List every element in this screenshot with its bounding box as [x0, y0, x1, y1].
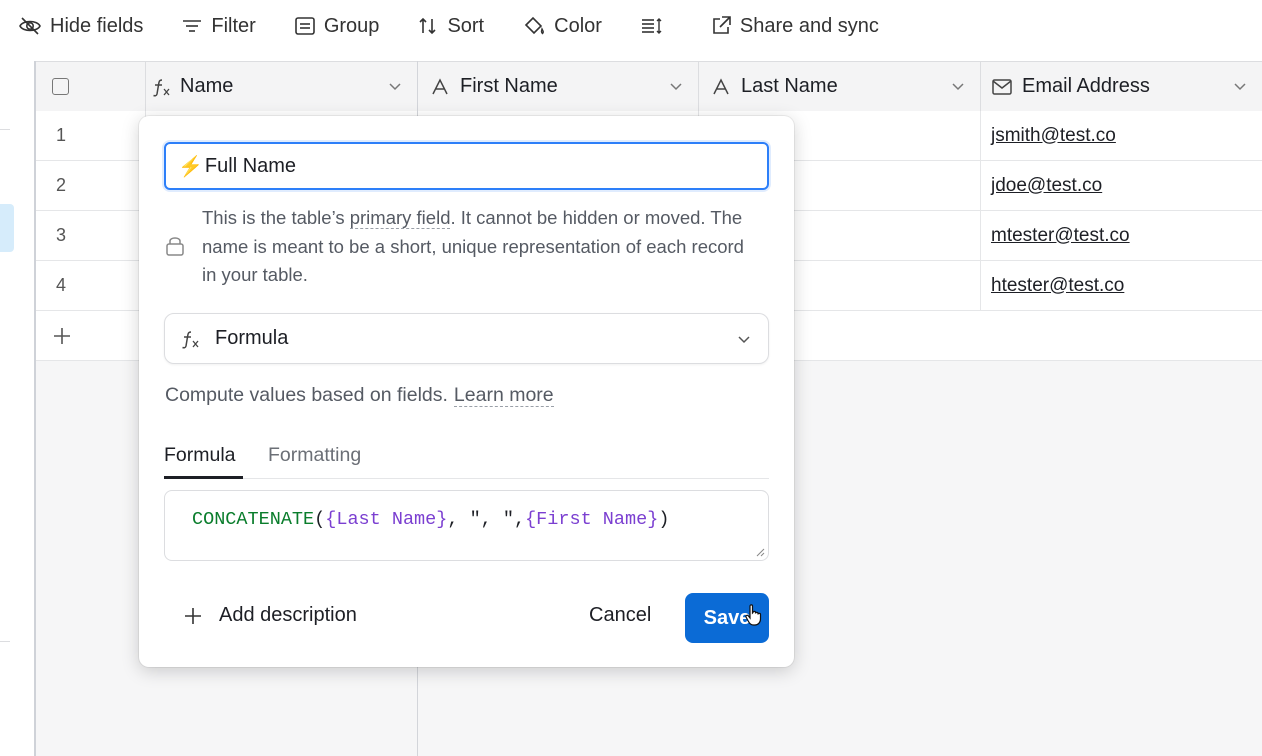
- paint-bucket-icon: [524, 16, 545, 35]
- plus-icon: [54, 327, 70, 344]
- formula-field-ref: {Last Name}: [325, 509, 448, 530]
- primary-field-term: primary field: [349, 207, 451, 229]
- filter-label: Filter: [211, 14, 256, 37]
- email-link[interactable]: htester@test.co: [991, 275, 1124, 297]
- email-cell[interactable]: jsmith@test.co: [981, 111, 1262, 160]
- eye-off-icon: [19, 17, 41, 35]
- row-number: 4: [36, 261, 146, 310]
- active-tab-indicator: [164, 476, 243, 479]
- tab-formatting[interactable]: Formatting: [268, 444, 361, 467]
- compute-text: Compute values based on fields.: [165, 384, 448, 406]
- column-header-email[interactable]: Email Address: [981, 62, 1262, 111]
- tab-formula[interactable]: Formula: [164, 444, 236, 467]
- chevron-down-icon[interactable]: [1232, 78, 1248, 94]
- lock-icon: [166, 237, 184, 256]
- formula-paren: ): [658, 509, 670, 530]
- share-sync-label: Share and sync: [739, 14, 879, 37]
- field-type-value: Formula: [215, 327, 289, 349]
- filter-button[interactable]: Filter: [181, 8, 256, 44]
- column-header-name[interactable]: Name: [146, 62, 418, 111]
- row-height-button[interactable]: [640, 8, 672, 44]
- email-link[interactable]: jsmith@test.co: [991, 125, 1116, 147]
- group-label: Group: [323, 14, 380, 37]
- column-header-email-label: Email Address: [1022, 75, 1150, 97]
- share-sync-button[interactable]: Share and sync: [710, 8, 879, 44]
- chevron-down-icon[interactable]: [387, 78, 403, 94]
- sidebar-divider: [0, 641, 10, 642]
- share-icon: [713, 16, 731, 34]
- email-cell[interactable]: htester@test.co: [981, 261, 1262, 310]
- lightning-icon: ⚡: [178, 155, 203, 178]
- group-icon: [295, 17, 315, 35]
- sort-icon: [419, 17, 437, 35]
- group-button[interactable]: Group: [294, 8, 380, 44]
- primary-field-info: This is the table’s primary field. It ca…: [164, 204, 769, 288]
- add-description-button[interactable]: Add description: [183, 604, 357, 627]
- row-number: 2: [36, 161, 146, 210]
- sidebar-divider: [0, 129, 10, 130]
- select-all-checkbox[interactable]: [52, 78, 69, 95]
- formula-function: CONCATENATE: [192, 509, 315, 530]
- hide-fields-label: Hide fields: [50, 14, 144, 37]
- email-link[interactable]: jdoe@test.co: [991, 175, 1102, 197]
- save-label: Save: [703, 606, 751, 629]
- cancel-button[interactable]: Cancel: [589, 604, 651, 627]
- add-row-button[interactable]: [52, 311, 92, 360]
- column-header-name-label: Name: [180, 75, 234, 97]
- primary-field-info-text: This is the table’s primary field. It ca…: [202, 204, 762, 290]
- email-icon: [992, 78, 1012, 95]
- formula-tabs: Formula Formatting: [164, 442, 769, 479]
- learn-more-link[interactable]: Learn more: [453, 384, 554, 407]
- formula-paren: (: [314, 509, 326, 530]
- email-cell[interactable]: jdoe@test.co: [981, 161, 1262, 210]
- formula-separator: , ", ",: [447, 509, 526, 530]
- color-button[interactable]: Color: [522, 8, 602, 44]
- view-toolbar: Hide fields Filter Group Sort Color Shar…: [0, 0, 1262, 52]
- grid-header: Name First Name Last Name Email Address: [36, 61, 1262, 112]
- field-editor-popover: ⚡ Full Name This is the table’s primary …: [139, 116, 794, 667]
- filter-icon: [183, 20, 202, 32]
- chevron-down-icon[interactable]: [668, 78, 684, 94]
- select-all-cell: [36, 62, 146, 111]
- field-name-input[interactable]: ⚡ Full Name: [164, 142, 769, 190]
- formula-icon: [182, 330, 199, 349]
- resize-handle-icon[interactable]: [755, 547, 765, 557]
- formula-icon: [153, 78, 170, 97]
- formula-editor[interactable]: CONCATENATE({Last Name}, ", ",{First Nam…: [164, 490, 769, 561]
- sort-label: Sort: [447, 14, 485, 37]
- add-description-label: Add description: [219, 604, 357, 626]
- info-text-part: This is the table’s: [202, 207, 350, 228]
- formula-field-ref: {First Name}: [525, 509, 659, 530]
- chevron-down-icon[interactable]: [950, 78, 966, 94]
- hand-cursor-icon: [745, 604, 762, 626]
- row-number: 3: [36, 211, 146, 260]
- column-header-first-name-label: First Name: [460, 75, 558, 97]
- column-header-last-name[interactable]: Last Name: [699, 62, 981, 111]
- text-field-icon: [432, 77, 448, 94]
- field-name-value: Full Name: [204, 154, 297, 177]
- field-type-select[interactable]: Formula: [164, 313, 769, 364]
- chevron-down-icon: [738, 336, 750, 344]
- field-type-description: Compute values based on fields. Learn mor…: [165, 384, 554, 407]
- text-field-icon: [713, 77, 729, 94]
- column-header-last-name-label: Last Name: [741, 75, 838, 97]
- plus-icon: [185, 607, 201, 624]
- sidebar-strip: [0, 61, 36, 756]
- hide-fields-button[interactable]: Hide fields: [18, 8, 143, 44]
- email-cell[interactable]: mtester@test.co: [981, 211, 1262, 260]
- color-label: Color: [554, 14, 602, 37]
- sort-button[interactable]: Sort: [417, 8, 484, 44]
- sidebar-active-indicator: [0, 204, 14, 252]
- row-height-icon: [641, 18, 662, 34]
- column-header-first-name[interactable]: First Name: [418, 62, 699, 111]
- email-link[interactable]: mtester@test.co: [991, 225, 1130, 247]
- row-number: 1: [36, 111, 146, 160]
